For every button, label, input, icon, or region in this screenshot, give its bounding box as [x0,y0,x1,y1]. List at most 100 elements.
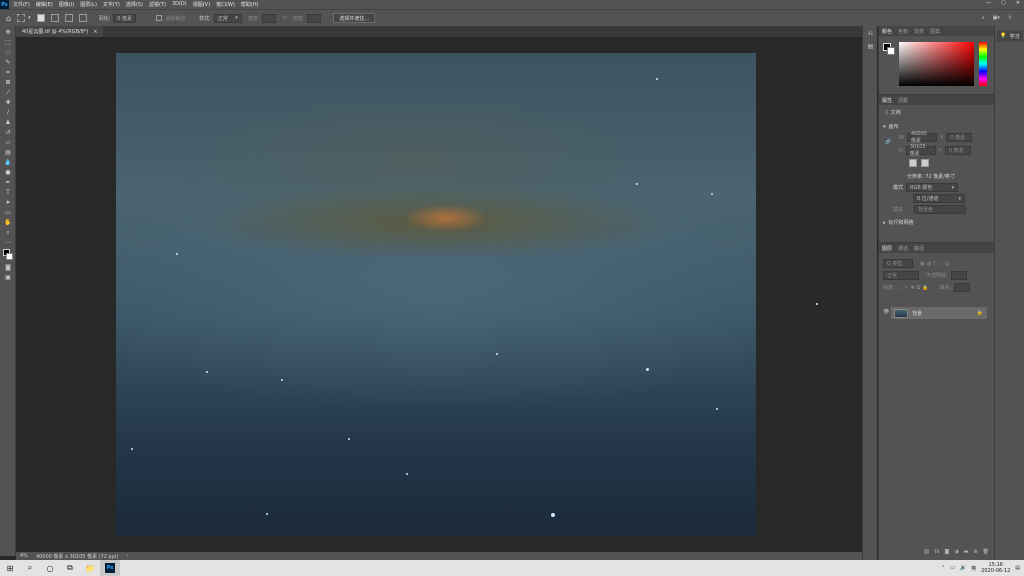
tab-patterns[interactable]: 图案 [930,28,940,35]
share-icon[interactable]: ⇪ [1008,15,1012,21]
new-selection-icon[interactable] [36,14,45,22]
menu-file[interactable]: 文件(F) [13,1,30,8]
width-input[interactable] [262,13,277,23]
menu-layer[interactable]: 图层(L) [80,1,97,8]
mask-icon[interactable]: ◙ [944,549,949,555]
history-panel-icon[interactable]: ⎌ [866,30,875,38]
history-brush-icon[interactable]: ↺ [3,129,13,136]
notification-icon[interactable]: ▤ [1015,565,1020,571]
start-icon[interactable]: ⊞ [0,560,20,576]
hue-slider[interactable] [979,42,987,86]
menu-help[interactable]: 帮助(H) [241,1,259,8]
color-swatches-icon[interactable] [3,249,13,261]
tab-paths[interactable]: 路径 [914,245,924,252]
delete-layer-icon[interactable]: 🗑 [983,549,989,555]
menu-select[interactable]: 选择(S) [126,1,143,8]
photoshop-taskbar-icon[interactable]: Ps [100,560,120,576]
cortana-icon[interactable]: ○ [40,560,60,576]
width-field[interactable]: 40000 像素 [906,131,937,144]
eyedropper-icon[interactable]: ⁄ [3,89,13,96]
file-explorer-icon[interactable]: 📁 [80,560,100,576]
path-select-icon[interactable]: ➤ [3,199,13,206]
milky-way-image[interactable] [116,53,818,536]
ime-icon[interactable]: 英 [971,565,976,572]
swap-icon[interactable]: ⇄ [282,15,286,21]
dodge-icon[interactable]: ● [3,169,13,176]
menu-type[interactable]: 文字(Y) [103,1,120,8]
menu-edit[interactable]: 编辑(E) [36,1,53,8]
intersect-selection-icon[interactable] [78,14,87,22]
adjust-panel-icon[interactable]: ▤ [866,42,875,50]
move-tool-icon[interactable]: ✥ [3,29,13,36]
tab-color[interactable]: 颜色 [882,28,892,35]
fill-input[interactable] [954,283,971,292]
portrait-icon[interactable] [909,159,917,167]
y-field[interactable]: 0 像素 [944,146,971,155]
zoom-icon[interactable]: ⌕ [3,229,13,236]
crop-icon[interactable]: ⌗ [3,69,13,76]
system-clock[interactable]: 15:16 2020-06-12 [981,562,1010,574]
gradient-icon[interactable]: ▤ [3,149,13,156]
collapse-arrow-icon[interactable]: ▾ [883,124,886,130]
tab-properties[interactable]: 属性 [882,97,892,104]
rectangle-icon[interactable]: ▭ [3,209,13,216]
home-icon[interactable]: ⌂ [6,14,11,23]
search-icon[interactable]: ⌕ [982,15,985,21]
document-tab[interactable]: 40星云图.tif @ 4%(RGB/8*) × [16,26,104,37]
menu-view[interactable]: 视图(V) [193,1,210,8]
new-layer-icon[interactable]: ⊕ [973,549,977,555]
clone-stamp-icon[interactable]: ♟ [3,119,13,126]
network-icon[interactable]: ▭ [950,565,955,571]
quick-mask-icon[interactable]: ◙ [3,264,13,271]
visibility-eye-icon[interactable]: 👁 [883,309,889,315]
background-color-swatch[interactable] [887,47,895,55]
pen-icon[interactable]: ✒ [3,179,13,186]
brush-icon[interactable]: ∕ [3,109,13,116]
workspace-icon[interactable]: ▣▾ [993,15,1000,21]
mode-select[interactable]: RGB 颜色 ▾ [906,183,959,192]
tab-channels[interactable]: 通道 [898,245,908,252]
marquee-tool-icon[interactable]: ▾ [17,14,31,22]
status-menu-arrow[interactable]: › [126,553,128,559]
color-picker-field[interactable] [899,42,974,86]
subtract-selection-icon[interactable] [64,14,73,22]
tab-gradients[interactable]: 渐变 [914,28,924,35]
blend-mode-select[interactable]: 正常 [883,271,919,280]
more-tools-icon[interactable]: ⋯ [3,239,13,246]
learn-button[interactable]: 💡 学习 [997,30,1023,42]
menu-3d[interactable]: 3D(D) [172,1,187,8]
task-view-icon[interactable]: ⧉ [60,560,80,576]
select-and-mask-button[interactable]: 选择并遮住... [333,13,376,23]
antialias-checkbox[interactable] [156,15,163,21]
style-select[interactable]: 正常 ▾ [213,13,242,23]
blur-icon[interactable]: 💧 [3,159,13,166]
layer-kind-filter[interactable]: Q 类型 [883,259,913,268]
zoom-level[interactable]: 4% [20,553,28,559]
tray-chevron-icon[interactable]: ⌃ [941,565,945,571]
opacity-input[interactable] [950,271,967,280]
hand-icon[interactable]: ✋ [3,219,13,226]
maximize-button[interactable]: ▢ [1001,0,1006,6]
type-icon[interactable]: T [3,189,13,196]
expand-arrow-icon[interactable]: ▸ [883,220,886,226]
adjustment-layer-icon[interactable]: ◑ [954,549,958,555]
minimize-button[interactable]: — [986,0,991,6]
rect-marquee-icon[interactable]: ⬚ [3,39,13,46]
quick-select-icon[interactable]: ✎ [3,59,13,66]
taskbar-search-icon[interactable]: ⌕ [20,560,40,576]
frame-icon[interactable]: ⊠ [3,79,13,86]
fx-icon[interactable]: fx [935,549,940,555]
depth-select[interactable]: 8 位/通道 ▾ [913,194,965,203]
lock-icons[interactable]: ⬚✎✥⧉🔒 [898,285,931,291]
feather-input[interactable]: 0 像素 [113,13,137,23]
link-icon[interactable]: 🔗 [885,139,891,145]
tab-adjustments[interactable]: 调整 [898,97,908,104]
lasso-icon[interactable]: ◌ [3,49,13,56]
height-input[interactable] [307,13,322,23]
x-field[interactable]: 0 像素 [946,133,973,142]
screen-mode-icon[interactable]: ▣ [3,274,13,281]
layer-row-background[interactable]: 背景 🔒 [891,307,987,319]
menu-filter[interactable]: 滤镜(T) [149,1,166,8]
canvas-area[interactable] [16,37,862,552]
menu-window[interactable]: 窗口(W) [216,1,235,8]
